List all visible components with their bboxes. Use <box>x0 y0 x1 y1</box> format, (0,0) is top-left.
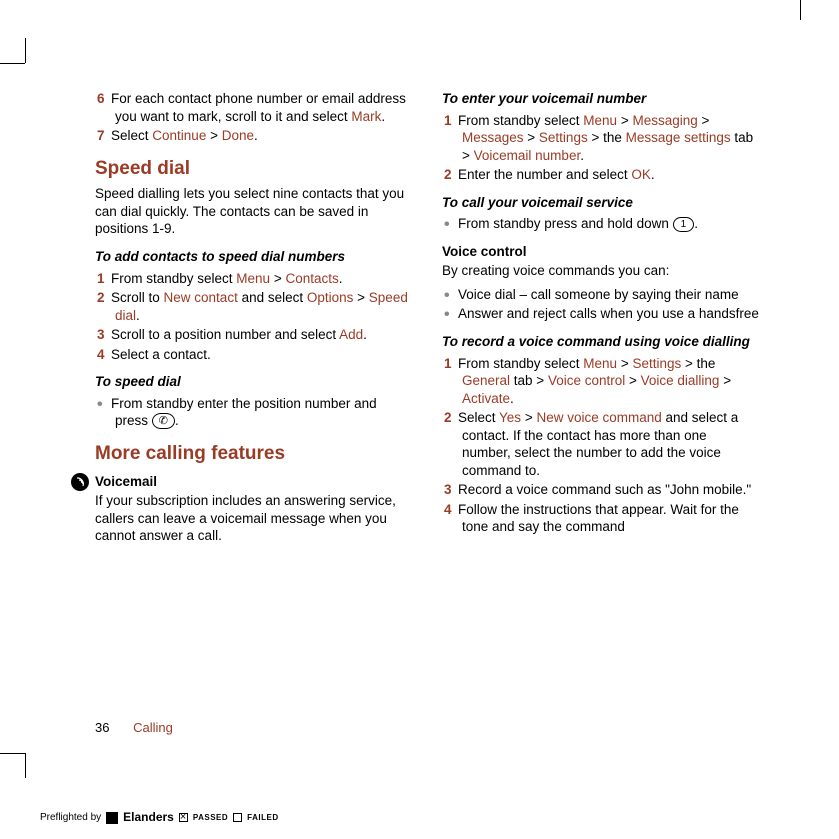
vc-bullet-2: •Answer and reject calls when you use a … <box>462 305 759 323</box>
step-number: 2 <box>444 166 458 184</box>
step-number: 3 <box>97 326 111 344</box>
enter-voicemail-steps: 1From standby select Menu > Messaging > … <box>442 112 759 184</box>
ui-ok: OK <box>631 167 651 182</box>
ui-voice-control: Voice control <box>548 373 625 388</box>
crop-mark-top <box>800 0 801 20</box>
rec-step-4: 4Follow the instructions that appear. Wa… <box>462 501 759 536</box>
add-speed-dial-steps: 1From standby select Menu > Contacts. 2S… <box>95 270 412 364</box>
preflight-label: Preflighted by <box>40 811 101 824</box>
page-content: 6For each contact phone number or email … <box>0 0 839 551</box>
call-voicemail-bullet: •From standby press and hold down 1. <box>462 215 759 233</box>
ui-settings: Settings <box>632 356 681 371</box>
ui-settings: Settings <box>539 130 588 145</box>
heading-voice-control: Voice control <box>442 243 759 261</box>
step-number: 1 <box>444 355 458 373</box>
step-number: 2 <box>97 289 111 307</box>
checkbox-passed-icon <box>179 813 188 822</box>
speed-dial-desc: Speed dialling lets you select nine cont… <box>95 185 412 238</box>
ui-new-voice-command: New voice command <box>536 410 661 425</box>
ui-menu: Menu <box>583 113 617 128</box>
ui-add: Add <box>339 327 363 342</box>
elanders-brand: Elanders <box>123 810 174 826</box>
elanders-logo-icon <box>106 812 118 824</box>
call-key-icon: ✆ <box>152 413 175 429</box>
ui-options: Options <box>307 290 354 305</box>
rec-step-1: 1From standby select Menu > Settings > t… <box>462 355 759 408</box>
bullet-icon: • <box>97 397 111 413</box>
ui-yes: Yes <box>499 410 521 425</box>
voicemail-desc: If your subscription includes an answeri… <box>95 492 412 545</box>
ui-voicemail-number: Voicemail number <box>474 148 581 163</box>
step-number: 6 <box>97 90 111 108</box>
add-step-4: 4Select a contact. <box>115 346 412 364</box>
speed-dial-bullet: •From standby enter the position number … <box>115 395 412 430</box>
heading-enter-voicemail: To enter your voicemail number <box>442 90 759 108</box>
section-name: Calling <box>133 720 173 735</box>
bullet-icon: • <box>444 288 458 304</box>
call-voicemail-steps: •From standby press and hold down 1. <box>442 215 759 233</box>
left-column: 6For each contact phone number or email … <box>95 90 412 551</box>
ui-done: Done <box>222 128 254 143</box>
right-column: To enter your voicemail number 1From sta… <box>442 90 759 551</box>
page-number: 36 <box>95 720 109 735</box>
enter-step-1: 1From standby select Menu > Messaging > … <box>462 112 759 165</box>
to-speed-dial-steps: •From standby enter the position number … <box>95 395 412 430</box>
step-number: 4 <box>444 501 458 519</box>
vc-bullet-1: •Voice dial – call someone by saying the… <box>462 286 759 304</box>
step-number: 3 <box>444 481 458 499</box>
bullet-icon: • <box>444 217 458 233</box>
ui-new-contact: New contact <box>164 290 238 305</box>
heading-call-voicemail: To call your voicemail service <box>442 194 759 212</box>
heading-to-speed-dial: To speed dial <box>95 373 412 391</box>
step-number: 7 <box>97 127 111 145</box>
ui-menu: Menu <box>236 271 270 286</box>
steps-6-7: 6For each contact phone number or email … <box>95 90 412 145</box>
step-7: 7Select Continue > Done. <box>115 127 412 145</box>
enter-step-2: 2Enter the number and select OK. <box>462 166 759 184</box>
ui-continue: Continue <box>152 128 206 143</box>
page-footer: 36 Calling <box>95 720 173 737</box>
ui-menu: Menu <box>583 356 617 371</box>
heading-record-voice: To record a voice command using voice di… <box>442 333 759 351</box>
ui-activate: Activate <box>462 391 510 406</box>
key-1-icon: 1 <box>673 217 695 232</box>
heading-voicemail: Voicemail <box>95 473 412 491</box>
failed-label: FAILED <box>247 813 278 823</box>
rec-step-2: 2Select Yes > New voice command and sele… <box>462 409 759 479</box>
bullet-icon: • <box>444 307 458 323</box>
voice-control-desc: By creating voice commands you can: <box>442 262 759 280</box>
heading-more-calling: More calling features <box>95 442 412 467</box>
checkbox-failed-icon <box>233 813 242 822</box>
step-number: 1 <box>97 270 111 288</box>
preflight-bar: Preflighted by Elanders PASSED FAILED <box>40 810 279 826</box>
rec-step-3: 3Record a voice command such as "John mo… <box>462 481 759 499</box>
voice-control-bullets: •Voice dial – call someone by saying the… <box>442 286 759 323</box>
step-number: 1 <box>444 112 458 130</box>
voicemail-section: Voicemail If your subscription includes … <box>95 473 412 545</box>
voicemail-icon <box>71 473 89 491</box>
ui-contacts: Contacts <box>285 271 338 286</box>
ui-voice-dialling: Voice dialling <box>641 373 720 388</box>
add-step-3: 3Scroll to a position number and select … <box>115 326 412 344</box>
add-step-1: 1From standby select Menu > Contacts. <box>115 270 412 288</box>
step-6: 6For each contact phone number or email … <box>115 90 412 125</box>
heading-add-speed-dial: To add contacts to speed dial numbers <box>95 248 412 266</box>
ui-messages: Messages <box>462 130 524 145</box>
ui-general: General <box>462 373 510 388</box>
ui-mark: Mark <box>351 109 381 124</box>
ui-messaging: Messaging <box>632 113 697 128</box>
step-number: 4 <box>97 346 111 364</box>
step-number: 2 <box>444 409 458 427</box>
record-voice-steps: 1From standby select Menu > Settings > t… <box>442 355 759 536</box>
passed-label: PASSED <box>193 813 228 823</box>
add-step-2: 2Scroll to New contact and select Option… <box>115 289 412 324</box>
heading-speed-dial: Speed dial <box>95 157 412 182</box>
ui-message-settings: Message settings <box>626 130 731 145</box>
